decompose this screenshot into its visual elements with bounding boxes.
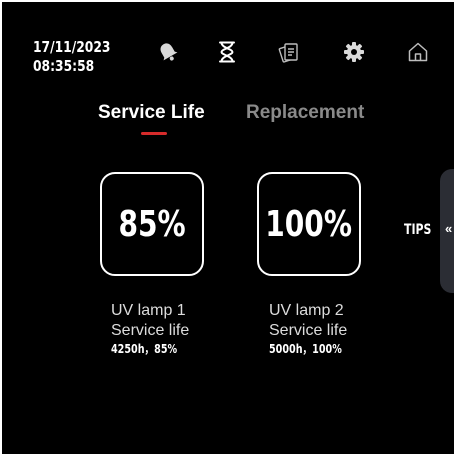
home-icon[interactable]	[406, 40, 430, 64]
uv-lamp-1-description: UV lamp 1 Service life 4250h，85%	[111, 301, 194, 357]
hourglass-icon[interactable]	[215, 40, 239, 64]
documents-icon[interactable]	[278, 40, 302, 64]
uv-lamp-2-percentage: 100%	[265, 203, 353, 245]
tab-replacement[interactable]: Replacement	[246, 102, 364, 124]
uv-lamp-1-card[interactable]: 85%	[100, 172, 204, 276]
uv-lamp-1-name: UV lamp 1	[111, 302, 186, 319]
uv-lamp-1-percentage: 85%	[118, 203, 186, 245]
bell-icon[interactable]	[156, 40, 180, 64]
date-text: 17/11/2023	[33, 38, 111, 56]
double-chevron-left-icon: «	[445, 221, 453, 236]
uv-lamp-1-caption: Service life	[111, 322, 190, 339]
uv-lamp-2-description: UV lamp 2 Service life 5000h，100%	[269, 301, 360, 357]
gear-icon[interactable]	[342, 40, 366, 64]
tab-bar: Service Life Replacement	[2, 102, 454, 142]
service-life-screen: 17/11/2023 08:35:58 Service Life Replace…	[2, 2, 454, 454]
uv-lamp-1-detail: 4250h，85%	[111, 342, 178, 356]
uv-lamp-2-detail: 5000h，100%	[269, 342, 342, 356]
uv-lamp-2-name: UV lamp 2	[269, 302, 344, 319]
active-tab-indicator	[141, 132, 167, 135]
tab-service-life[interactable]: Service Life	[98, 102, 205, 124]
time-text: 08:35:58	[33, 57, 95, 75]
uv-lamp-2-caption: Service life	[269, 322, 348, 339]
uv-lamp-2-card[interactable]: 100%	[257, 172, 361, 276]
tips-drawer-handle[interactable]: «	[440, 169, 454, 293]
tips-label: TIPS	[404, 222, 432, 238]
datetime-display: 17/11/2023 08:35:58	[33, 38, 110, 76]
